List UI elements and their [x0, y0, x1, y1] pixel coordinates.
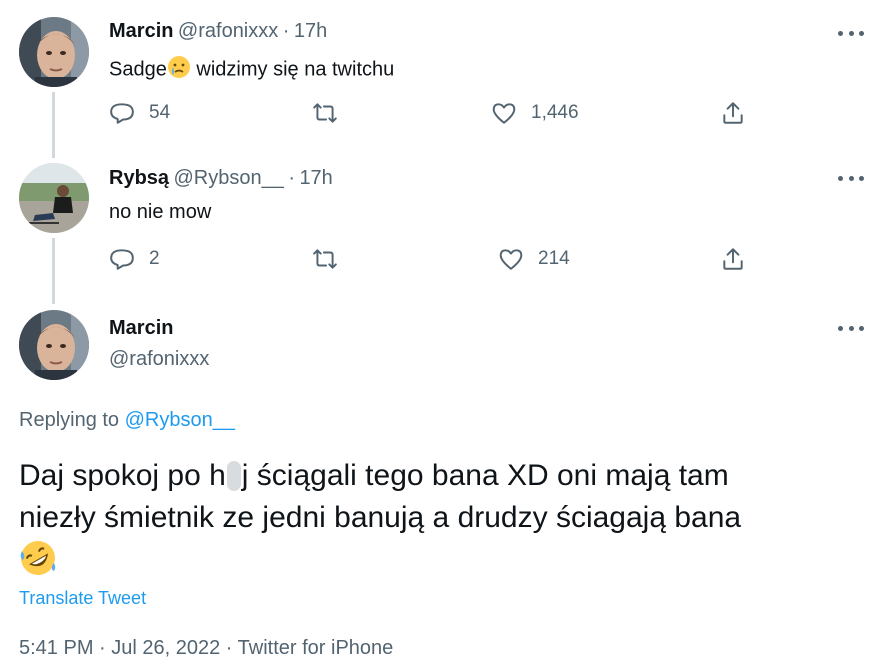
share-icon [723, 248, 743, 270]
translate-tweet-link[interactable]: Translate Tweet [19, 588, 146, 609]
source-label[interactable]: Twitter for iPhone [238, 637, 394, 659]
dot-icon [838, 175, 843, 181]
handle[interactable]: @rafonixxx [109, 348, 209, 371]
heart-icon [492, 103, 516, 124]
crying-face-icon [167, 55, 191, 85]
censor-blur [226, 461, 241, 491]
share-icon [723, 102, 743, 124]
retweet-icon [313, 103, 337, 123]
share-button[interactable] [720, 100, 746, 126]
replying-to-link[interactable]: @Rybson__ [125, 409, 235, 431]
retweet-button[interactable] [312, 100, 338, 126]
avatar[interactable] [19, 310, 89, 380]
avatar[interactable] [19, 163, 89, 233]
separator: · [288, 167, 295, 189]
dot-icon [848, 175, 854, 181]
more-options-button[interactable] [838, 318, 864, 338]
thread-line [52, 92, 55, 158]
heart-icon [499, 249, 523, 270]
tweet-text-part: widzimy się na twitchu [190, 58, 395, 81]
reply-icon [110, 103, 134, 124]
reply-count: 54 [149, 102, 171, 123]
tweet-text-part: j ściągali tego bana XD oni mają tam [241, 459, 729, 492]
share-button[interactable] [720, 246, 746, 272]
dot-icon [859, 30, 864, 36]
display-name[interactable]: Marcin [109, 20, 173, 42]
tweet-text: Sadge widzimy się na twitchu [109, 55, 394, 85]
display-name[interactable]: Marcin [109, 317, 173, 340]
like-count: 214 [538, 248, 570, 269]
tweet-header: Marcin @rafonixxx · 17h [109, 20, 327, 43]
tweet-timestamp: 5:41 PM · Jul 26, 2022 · Twitter for iPh… [19, 637, 393, 660]
replying-to-label: Replying to [19, 409, 120, 431]
thread-line [52, 238, 55, 304]
tweet-text: no nie mow [109, 201, 212, 223]
reply-button[interactable]: 2 [109, 246, 160, 272]
retweet-button[interactable] [312, 246, 338, 272]
avatar[interactable] [19, 17, 89, 87]
like-count: 1,446 [531, 102, 579, 123]
reply-icon [110, 249, 134, 270]
tweet-text-part: Sadge [109, 58, 167, 81]
more-options-button[interactable] [838, 23, 864, 43]
timestamp[interactable]: 17h [299, 167, 332, 189]
more-options-button[interactable] [838, 168, 864, 188]
tweet-text-part: Daj spokoj po h [19, 459, 226, 492]
tweet-text-line: niezły śmietnik ze jedni banują a drudzy… [19, 501, 742, 534]
display-name[interactable]: Rybsą [109, 167, 169, 189]
dot-icon [859, 325, 864, 331]
dot-icon [859, 175, 864, 181]
dot-icon [838, 30, 843, 36]
tweet-text: Daj spokoj po h j ściągali tego bana XD o… [19, 455, 741, 581]
tweet-text-line: Daj spokoj po h j ściągali tego bana XD o… [19, 455, 741, 497]
reply-button[interactable]: 54 [109, 100, 170, 126]
handle[interactable]: @Rybson__ [173, 167, 283, 189]
replying-to: Replying to @Rybson__ [19, 409, 235, 432]
dot-icon [848, 30, 854, 36]
timestamp[interactable]: 17h [294, 20, 327, 42]
like-button[interactable]: 1,446 [491, 100, 579, 126]
timestamp-text[interactable]: 5:41 PM · Jul 26, 2022 · [19, 637, 238, 659]
rolling-on-floor-laughing-icon [19, 539, 57, 589]
like-button[interactable]: 214 [498, 246, 570, 272]
handle[interactable]: @rafonixxx [178, 20, 278, 42]
reply-count: 2 [149, 248, 160, 269]
dot-icon [838, 325, 843, 331]
separator: · [282, 20, 290, 42]
retweet-icon [313, 249, 337, 269]
dot-icon [848, 325, 854, 331]
tweet-header: Rybsą @Rybson__ · 17h [109, 167, 333, 190]
tweet-text-line [19, 539, 741, 581]
